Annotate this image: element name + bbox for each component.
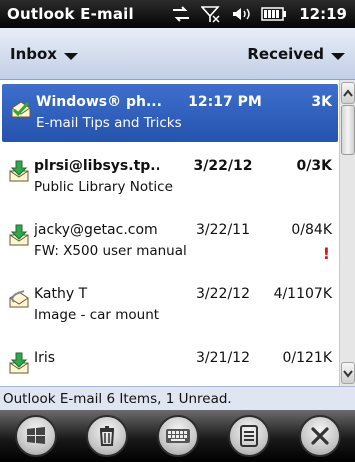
scroll-down-button[interactable]: [341, 362, 355, 384]
message-subject: FW: X500 user manual: [34, 243, 187, 259]
keyboard-button[interactable]: [156, 415, 199, 457]
message-subject: Public Library Notice: [34, 179, 173, 195]
message-subject: E-mail Tips and Tricks: [36, 115, 182, 131]
download-envelope-icon: [8, 224, 30, 246]
message-size: 4/1107K: [273, 286, 332, 302]
download-envelope-icon: [8, 352, 30, 374]
message-row[interactable]: plrsi@libsys.tp... 3/22/12 0/3K Public L…: [0, 146, 338, 210]
message-row[interactable]: Kathy T 3/22/12 4/1107K Image - car moun…: [0, 274, 338, 338]
menu-button[interactable]: [227, 415, 270, 457]
status-icons: 12:19: [171, 5, 347, 23]
windows-start-button[interactable]: [14, 415, 57, 457]
message-row[interactable]: jacky@getac.com 3/22/11 0/84K FW: X500 u…: [0, 210, 338, 274]
chevron-down-icon: [63, 53, 78, 60]
scroll-up-button[interactable]: [341, 82, 355, 104]
message-time: 3/22/11: [196, 222, 250, 238]
message-time: 12:17 PM: [188, 94, 262, 110]
signal-off-icon[interactable]: [201, 5, 221, 23]
message-size: 3K: [311, 94, 332, 110]
message-row[interactable]: Windows® ph... 12:17 PM 3K E-mail Tips a…: [2, 84, 338, 142]
message-size: 0/121K: [282, 350, 332, 366]
battery-icon[interactable]: [261, 7, 287, 21]
read-envelope-icon: [10, 98, 32, 120]
folder-label: Inbox: [10, 44, 57, 63]
sort-dropdown[interactable]: Received: [247, 45, 345, 63]
keyboard-icon: [165, 429, 190, 443]
bottom-toolbar: [0, 410, 355, 462]
sync-icon[interactable]: [171, 5, 191, 23]
message-size: 0/3K: [296, 158, 332, 174]
attachment-envelope-icon: [8, 288, 30, 310]
message-size: 0/84K: [291, 222, 332, 238]
chevron-down-icon: [331, 53, 345, 60]
message-sender: plrsi@libsys.tp...: [34, 158, 159, 174]
list-scrollbar[interactable]: [339, 80, 355, 386]
message-time: 3/22/12: [196, 286, 250, 302]
folder-dropdown[interactable]: Inbox: [10, 45, 78, 63]
scroll-thumb[interactable]: [341, 105, 355, 155]
message-sender: Windows® ph...: [36, 94, 161, 110]
message-time: 3/22/12: [193, 158, 253, 174]
message-sender: Kathy T: [34, 286, 88, 302]
message-subject: Image - car mount: [34, 307, 160, 323]
high-importance-icon: !: [322, 244, 330, 263]
status-line: Outlook E-mail 6 Items, 1 Unread.: [0, 386, 355, 410]
delete-button[interactable]: [85, 415, 128, 457]
menu-icon: [239, 425, 258, 447]
clock[interactable]: 12:19: [299, 5, 347, 23]
message-sender: Iris: [34, 350, 56, 366]
title-bar: Outlook E-mail 12:19: [0, 0, 355, 28]
message-sender: jacky@getac.com: [34, 222, 158, 238]
sort-label: Received: [247, 44, 324, 63]
message-time: 3/21/12: [196, 350, 250, 366]
close-icon: [310, 427, 329, 445]
message-row[interactable]: Iris 3/21/12 0/121K: [0, 338, 338, 378]
delete-icon: [99, 426, 114, 446]
download-envelope-icon: [8, 160, 30, 182]
volume-icon[interactable]: [231, 5, 251, 23]
message-list: Windows® ph... 12:17 PM 3K E-mail Tips a…: [0, 80, 338, 386]
header-bar: Inbox Received: [0, 28, 355, 80]
app-title: Outlook E-mail: [7, 5, 134, 23]
close-button[interactable]: [298, 415, 341, 457]
windows-start-icon: [26, 427, 45, 444]
